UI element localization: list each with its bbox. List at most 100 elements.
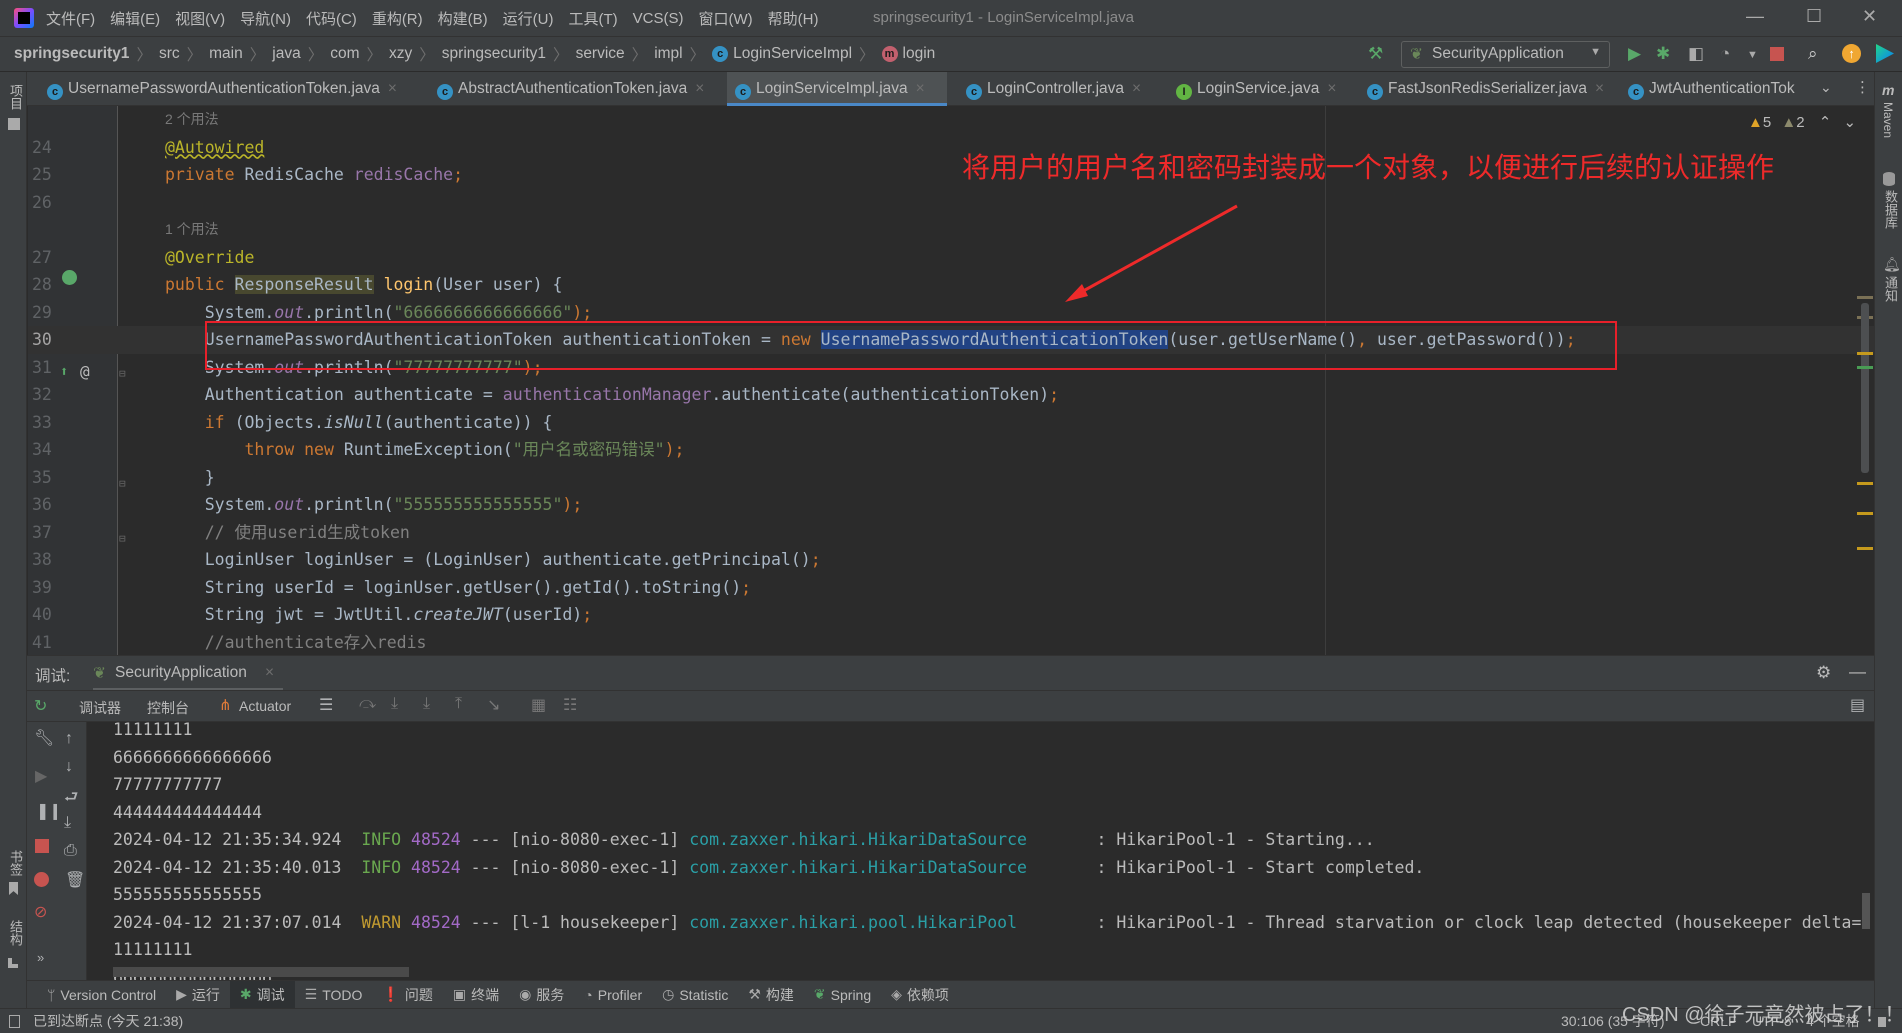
tool-window-4[interactable]: ❗ 问题 [372,981,442,1009]
breadcrumb-main[interactable]: main [209,45,243,63]
step-over-icon[interactable]: ⤼ [359,695,376,713]
up-arrow-icon[interactable]: ↑ [65,730,73,748]
breadcrumb-impl[interactable]: impl [654,45,682,63]
close-window-button[interactable]: ✕ [1862,6,1877,27]
clear-all-icon[interactable]: 🗑︎ [65,870,85,890]
debug-session-tab[interactable]: ❦ SecurityApplication × [93,656,283,691]
fold-icon[interactable]: ⊟ [119,477,126,490]
tool-window-6[interactable]: ◉ 服务 [509,981,574,1009]
resume-icon[interactable]: ▶ [35,766,47,786]
more-run-dropdown-icon[interactable]: ▼ [1747,49,1758,61]
structure-tool-button[interactable]: 结构 [6,920,25,946]
profile-icon[interactable]: ◔ [1720,44,1730,64]
menu-file[interactable]: 文件(F) [46,8,95,29]
menu-window[interactable]: 窗口(W) [698,8,752,29]
step-out-icon[interactable]: ⤒ [455,695,462,713]
search-icon[interactable]: ⌕ [1808,44,1818,64]
breadcrumb-src[interactable]: src [159,45,180,63]
editor-scrollbar[interactable] [1861,303,1869,473]
breadcrumb-method[interactable]: login [903,45,936,63]
console-output[interactable]: 11111111 6666666666666666 77777777777 44444… [88,722,1874,980]
tab-usernamepasswordauthenticationtoken-java[interactable]: c UsernamePasswordAuthenticationToken.jav… [39,72,421,106]
menu-navigate[interactable]: 导航(N) [240,8,291,29]
spring-bean-gutter-icon[interactable] [62,270,77,285]
view-breakpoints-icon[interactable] [34,872,49,887]
tool-window-0[interactable]: ᛘ Version Control [37,981,166,1009]
hide-panel-icon[interactable]: — [1849,662,1866,682]
force-step-into-icon[interactable]: ⤓ [423,695,430,713]
database-tool-button[interactable]: 数据库 [1881,190,1900,229]
close-tab-icon[interactable]: × [1132,80,1141,97]
next-highlight-icon[interactable]: ⌄ [1844,114,1857,131]
breadcrumb-xzy[interactable]: xzy [389,45,412,63]
project-tool-button[interactable]: 项目 [6,84,25,110]
soft-wrap-icon[interactable]: ⮐ [64,786,78,813]
menu-help[interactable]: 帮助(H) [768,8,819,29]
build-hammer-icon[interactable]: ⚒ [1368,44,1383,64]
debug-bug-icon[interactable]: ✱ [1656,44,1670,64]
usages-inlay-hint[interactable]: 1 个用法 [165,216,219,244]
breadcrumb-java[interactable]: java [272,45,300,63]
menu-vcs[interactable]: VCS(S) [633,10,684,27]
tool-window-7[interactable]: ◔ Profiler [574,981,652,1009]
maximize-button[interactable]: ☐ [1806,6,1822,27]
panel-toggle-icon[interactable] [9,1015,20,1028]
tab-actuator[interactable]: Actuator [239,698,291,714]
tool-window-5[interactable]: ▣ 终端 [443,981,509,1009]
tab-loginserviceimpl-java[interactable]: c LoginServiceImpl.java × [727,72,947,106]
settings-gear-icon[interactable]: ⚙ [1816,663,1831,683]
more-icon[interactable]: » [37,950,44,965]
tool-window-11[interactable]: ◈ 依赖项 [881,981,959,1009]
console-horizontal-scrollbar[interactable] [113,967,409,977]
minimize-button[interactable]: — [1746,6,1764,27]
menu-run[interactable]: 运行(U) [503,8,554,29]
notifications-tool-button[interactable]: 通知 [1881,276,1900,302]
bookmarks-tool-button[interactable]: 书签 [6,850,25,876]
menu-build[interactable]: 构建(B) [438,8,488,29]
tool-window-3[interactable]: ☰ TODO [295,981,373,1009]
fold-end-icon[interactable]: ⊟ [119,532,126,545]
tab-abstractauthenticationtoken-java[interactable]: c AbstractAuthenticationToken.java × [429,72,723,106]
close-tab-icon[interactable]: × [695,80,704,97]
step-into-icon[interactable]: ⤓ [391,695,398,713]
restore-layout-icon[interactable]: ▤ [1850,695,1865,715]
menu-code[interactable]: 代码(C) [306,8,357,29]
close-tab-icon[interactable]: × [388,80,397,97]
previous-highlight-icon[interactable]: ⌃ [1819,114,1832,131]
tab-loginservice-java[interactable]: I LoginService.java × [1168,72,1343,106]
scroll-to-end-icon[interactable]: ⤓ [64,814,71,832]
run-button[interactable]: ▶ [1628,44,1641,64]
usages-inlay-hint[interactable]: 2 个用法 [165,106,219,134]
breadcrumb-springsecurity1[interactable]: springsecurity1 [442,45,546,63]
status-message[interactable]: 已到达断点 (今天 21:38) [33,1009,183,1033]
close-tab-icon[interactable]: × [1595,80,1604,97]
implements-gutter-icon[interactable]: ⬆ [60,364,68,380]
stop-button[interactable] [1770,47,1784,61]
tab-logincontroller-java[interactable]: c LoginController.java × [958,72,1152,106]
run-config-selector[interactable]: ❦ SecurityApplication ▼ [1401,41,1610,68]
coverage-icon[interactable]: ◧ [1688,44,1704,64]
breadcrumb-service[interactable]: service [576,45,625,63]
close-tab-icon[interactable]: × [1327,80,1336,97]
menu-view[interactable]: 视图(V) [175,8,225,29]
trace-icon[interactable]: ☷ [563,695,577,715]
code-editor[interactable]: 2 个用法 24 @Autowired 25 private RedisCache re… [28,106,1874,655]
update-icon[interactable]: ↑ [1842,44,1861,63]
breadcrumb-class[interactable]: LoginServiceImpl [733,45,852,63]
tool-window-8[interactable]: ◷ Statistic [652,981,738,1009]
rerun-icon[interactable]: ↻ [34,696,47,716]
tool-window-2[interactable]: ✱ 调试 [229,980,295,1009]
stop-icon[interactable] [35,839,49,853]
tool-window-10[interactable]: ❦ Spring [804,981,881,1009]
tabs-overflow-chevron-icon[interactable]: ⌄ [1820,79,1832,96]
close-tab-icon[interactable]: × [265,664,274,682]
more-options-icon[interactable]: ⋮ [1855,78,1870,96]
print-icon[interactable]: ⎙ [64,842,77,860]
wrench-settings-icon[interactable]: 🔧︎ [34,728,54,748]
menu-refactor[interactable]: 重构(R) [372,8,423,29]
run-to-cursor-icon[interactable]: ↘ [487,695,500,715]
annotation-gutter-icon[interactable]: @ [80,362,90,381]
intellij-logo-icon[interactable] [14,8,34,28]
tool-window-1[interactable]: ▶ 运行 [166,981,230,1009]
down-arrow-icon[interactable]: ↓ [65,758,73,776]
